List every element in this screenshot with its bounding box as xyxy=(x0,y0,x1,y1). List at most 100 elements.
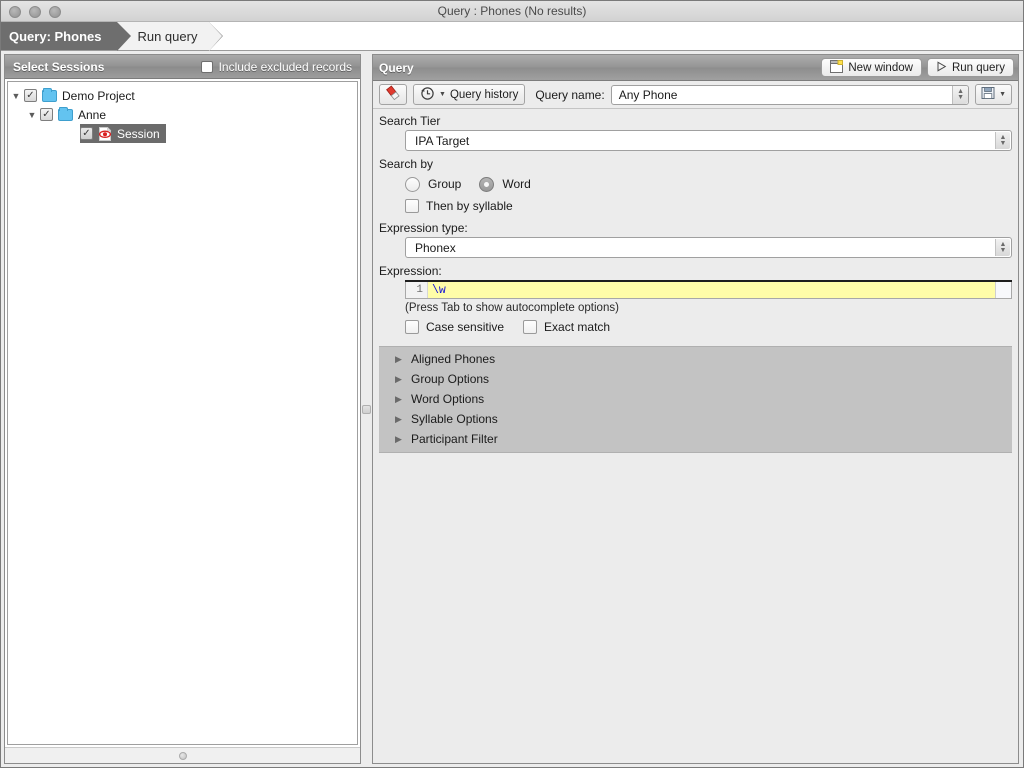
tree-checkbox-session[interactable]: ✓ xyxy=(80,127,93,140)
tree-label-session: Session xyxy=(117,127,160,141)
then-by-syllable-label: Then by syllable xyxy=(426,199,513,213)
save-icon xyxy=(981,86,995,103)
include-excluded-records-checkbox[interactable] xyxy=(201,61,213,73)
accordion-syllable-options-label: Syllable Options xyxy=(411,412,498,426)
chevron-right-icon[interactable]: ▶ xyxy=(395,434,411,445)
search-tier-stepper-icon[interactable]: ▲▼ xyxy=(995,132,1010,149)
chevron-right-icon[interactable]: ▶ xyxy=(395,394,411,405)
new-window-label: New window xyxy=(848,62,913,74)
chevron-right-icon[interactable]: ▶ xyxy=(395,374,411,385)
breadcrumb-tab-bar: Query: Phones Run query xyxy=(1,22,1023,51)
splitter-handle-icon[interactable] xyxy=(362,405,371,414)
save-dropdown-arrow-icon[interactable]: ▼ xyxy=(999,91,1006,98)
accordion-participant-filter-label: Participant Filter xyxy=(411,432,498,446)
left-panel-resize-footer[interactable] xyxy=(5,747,360,763)
expression-label: Expression: xyxy=(379,264,1014,278)
select-sessions-header: Select Sessions Include excluded records xyxy=(5,55,360,79)
title-bar: Query : Phones (No results) xyxy=(1,1,1023,22)
folder-icon xyxy=(58,109,73,121)
tree-checkbox-anne[interactable]: ✓ xyxy=(40,108,53,121)
expression-scroll-track[interactable] xyxy=(995,282,1011,298)
tab-query-phones[interactable]: Query: Phones xyxy=(1,22,117,50)
case-sensitive-checkbox[interactable] xyxy=(405,320,419,334)
accordion-group-options[interactable]: ▶ Group Options xyxy=(379,369,1012,389)
radio-word-option[interactable] xyxy=(479,177,494,192)
chevron-down-icon[interactable]: ▼ xyxy=(24,110,40,120)
tree-row-session[interactable]: ✓ Session xyxy=(80,124,166,143)
tree-checkbox-demo-project[interactable]: ✓ xyxy=(24,89,37,102)
then-by-syllable-checkbox[interactable] xyxy=(405,199,419,213)
query-name-combobox[interactable]: Any Phone ▲▼ xyxy=(611,85,969,105)
app-window: Query : Phones (No results) Query: Phone… xyxy=(0,0,1024,768)
window-title: Query : Phones (No results) xyxy=(1,1,1023,22)
resize-grip-icon[interactable] xyxy=(179,752,187,760)
accordion-word-options[interactable]: ▶ Word Options xyxy=(379,389,1012,409)
accordion-syllable-options[interactable]: ▶ Syllable Options xyxy=(379,409,1012,429)
history-clock-icon xyxy=(420,86,435,104)
expression-type-stepper-icon[interactable]: ▲▼ xyxy=(995,239,1010,256)
query-panel: Query New window xyxy=(372,54,1019,764)
accordion-group-options-label: Group Options xyxy=(411,372,489,386)
expression-input-box[interactable]: 1 \w xyxy=(405,282,1012,299)
query-history-label: Query history xyxy=(450,89,518,101)
accordion-aligned-phones-label: Aligned Phones xyxy=(411,352,495,366)
tree-row-demo-project[interactable]: ▼ ✓ Demo Project xyxy=(8,86,357,105)
save-query-button[interactable]: ▼ xyxy=(975,84,1012,105)
chevron-down-icon[interactable]: ▼ xyxy=(8,91,24,101)
query-name-value: Any Phone xyxy=(612,88,952,102)
query-panel-header: Query New window xyxy=(373,55,1018,81)
query-name-label: Query name: xyxy=(535,88,604,102)
main-split-container: Select Sessions Include excluded records… xyxy=(1,51,1023,767)
case-sensitive-label: Case sensitive xyxy=(426,320,504,334)
expression-input[interactable]: \w xyxy=(428,282,995,298)
expression-line-number: 1 xyxy=(406,282,428,298)
expression-type-field-wrap: Phonex ▲▼ xyxy=(377,237,1014,258)
expression-type-select[interactable]: Phonex ▲▼ xyxy=(405,237,1012,258)
chevron-right-icon[interactable]: ▶ xyxy=(395,354,411,365)
query-toolbar: ▼ Query history Query name: Any Phone ▲▼ xyxy=(373,81,1018,109)
tree-label-anne: Anne xyxy=(78,108,106,122)
radio-word-label: Word xyxy=(502,177,530,191)
query-options-accordion: ▶ Aligned Phones ▶ Group Options ▶ Word … xyxy=(379,346,1012,453)
search-by-label: Search by xyxy=(379,157,1014,171)
eraser-icon xyxy=(385,85,401,104)
session-record-icon xyxy=(98,127,112,141)
folder-icon xyxy=(42,90,57,102)
query-panel-header-buttons: New window Run query xyxy=(821,58,1014,77)
include-excluded-records-label: Include excluded records xyxy=(219,60,352,74)
tree-row-anne[interactable]: ▼ ✓ Anne xyxy=(8,105,357,124)
include-excluded-records-control[interactable]: Include excluded records xyxy=(201,60,352,74)
new-window-button[interactable]: New window xyxy=(821,58,922,77)
panel-splitter[interactable] xyxy=(361,54,372,764)
run-query-label: Run query xyxy=(952,62,1005,74)
search-tier-value: IPA Target xyxy=(406,134,995,148)
accordion-aligned-phones[interactable]: ▶ Aligned Phones xyxy=(379,349,1012,369)
select-sessions-panel: Select Sessions Include excluded records… xyxy=(4,54,361,764)
chevron-right-icon[interactable]: ▶ xyxy=(395,414,411,425)
run-query-button[interactable]: Run query xyxy=(927,58,1014,77)
query-panel-title: Query xyxy=(379,61,414,75)
query-name-stepper-icon[interactable]: ▲▼ xyxy=(952,86,968,104)
query-form: Search Tier IPA Target ▲▼ Search by Grou… xyxy=(373,109,1018,763)
search-tier-field-wrap: IPA Target ▲▼ xyxy=(377,130,1014,151)
session-tree[interactable]: ▼ ✓ Demo Project ▼ ✓ Anne ✓ xyxy=(7,81,358,745)
match-options-row: Case sensitive Exact match xyxy=(377,316,1014,338)
expression-type-value: Phonex xyxy=(406,241,995,255)
exact-match-checkbox[interactable] xyxy=(523,320,537,334)
play-triangle-icon xyxy=(936,61,947,75)
query-history-button[interactable]: ▼ Query history xyxy=(413,84,525,105)
autocomplete-hint: (Press Tab to show autocomplete options) xyxy=(377,302,1014,314)
search-tier-select[interactable]: IPA Target ▲▼ xyxy=(405,130,1012,151)
select-sessions-title: Select Sessions xyxy=(13,60,104,74)
expression-editor[interactable]: 1 \w xyxy=(405,280,1012,299)
history-dropdown-arrow-icon[interactable]: ▼ xyxy=(439,91,446,98)
accordion-participant-filter[interactable]: ▶ Participant Filter xyxy=(379,429,1012,449)
radio-group-option[interactable] xyxy=(405,177,420,192)
tab-run-query-label: Run query xyxy=(137,29,197,44)
search-tier-label: Search Tier xyxy=(379,114,1014,128)
radio-group-label: Group xyxy=(428,177,461,191)
clear-query-button[interactable] xyxy=(379,84,407,105)
tree-label-demo-project: Demo Project xyxy=(62,89,135,103)
tab-query-phones-label: Query: Phones xyxy=(9,29,101,44)
search-by-radio-group: Group Word xyxy=(377,173,1014,195)
